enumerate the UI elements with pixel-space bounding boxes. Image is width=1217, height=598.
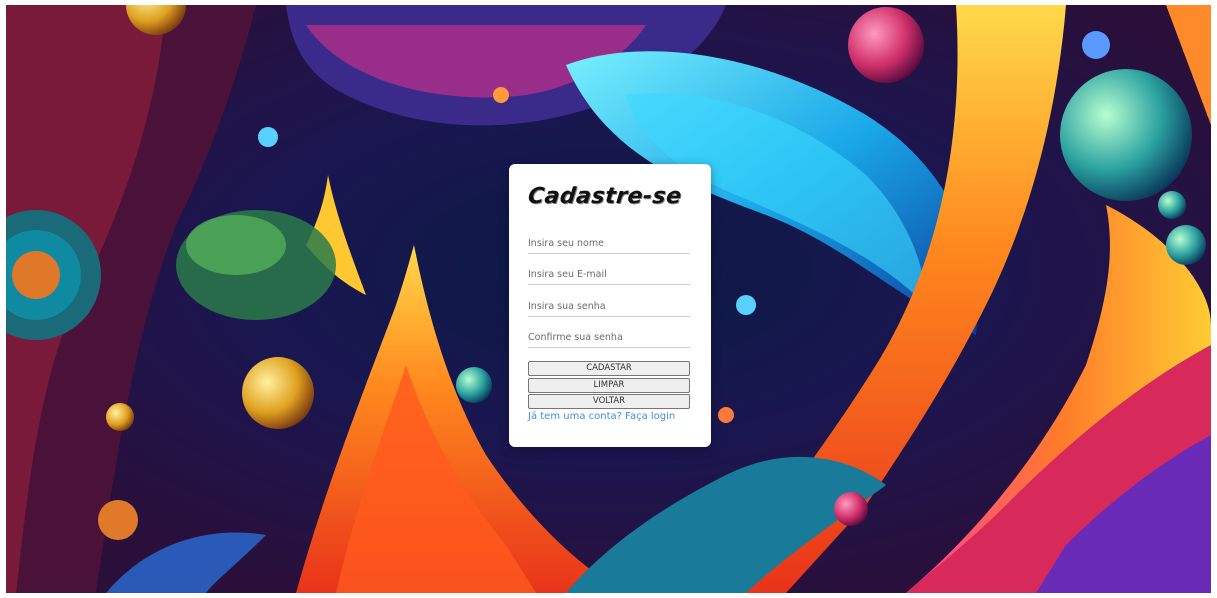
password-input[interactable] (528, 296, 690, 317)
clear-button[interactable]: LIMPAR (528, 378, 690, 393)
name-input[interactable] (528, 233, 690, 254)
register-form-card: Cadastre-se CADASTAR LIMPAR VOLTAR Já te… (509, 164, 711, 447)
login-link[interactable]: Já tem uma conta? Faça login (528, 411, 675, 422)
form-title: Cadastre-se (526, 184, 683, 209)
email-input[interactable] (528, 264, 690, 285)
page-viewport: Cadastre-se CADASTAR LIMPAR VOLTAR Já te… (6, 5, 1211, 593)
back-button[interactable]: VOLTAR (528, 394, 690, 409)
register-button[interactable]: CADASTAR (528, 361, 690, 376)
confirm-password-input[interactable] (528, 327, 690, 348)
